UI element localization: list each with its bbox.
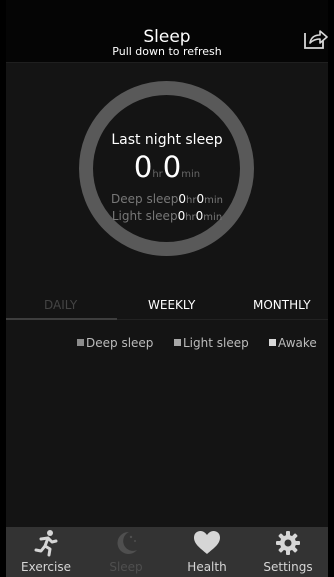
nav-sleep-label: Sleep	[109, 560, 143, 574]
pull-to-refresh-hint: Pull down to refresh	[112, 45, 222, 58]
heart-icon	[194, 531, 220, 554]
legend-awake-label: Awake	[278, 336, 317, 350]
legend-awake: Awake	[269, 335, 317, 351]
nav-settings-label: Settings	[263, 560, 313, 574]
light-sleep-swatch	[174, 339, 181, 346]
moon-icon	[117, 531, 137, 554]
right-edge	[328, 0, 334, 577]
total-hours: 0	[133, 150, 153, 184]
awake-swatch	[269, 339, 276, 346]
total-sleep-duration: 0hr0min	[6, 151, 328, 191]
deep-sleep-minutes: 0	[196, 192, 205, 206]
nav-health-label: Health	[187, 560, 227, 574]
deep-sleep-label: Deep sleep	[111, 192, 179, 206]
deep-sleep-line: Deep sleep0hr0min	[6, 191, 328, 209]
running-person-icon	[34, 530, 58, 557]
tab-daily[interactable]: DAILY	[44, 297, 77, 313]
tab-divider	[117, 319, 328, 320]
deep-sleep-swatch	[77, 339, 84, 346]
tab-weekly[interactable]: WEEKLY	[148, 297, 195, 313]
nav-health[interactable]: Health	[167, 527, 247, 577]
deep-sleep-minutes-unit: min	[204, 195, 223, 206]
deep-sleep-hours: 0	[178, 192, 187, 206]
legend-deep-sleep: Deep sleep	[77, 335, 153, 351]
nav-exercise-label: Exercise	[21, 560, 71, 574]
last-night-sleep-title: Last night sleep	[111, 132, 223, 148]
bottom-navigation: Exercise Sleep Health Settings	[6, 527, 328, 577]
light-sleep-minutes-unit: min	[203, 212, 223, 223]
total-minutes: 0	[162, 150, 182, 184]
light-sleep-hours-unit: hr	[185, 212, 196, 223]
period-tabs: DAILY WEEKLY MONTHLY	[6, 293, 328, 320]
nav-exercise[interactable]: Exercise	[6, 527, 86, 577]
page-title: Sleep	[143, 27, 191, 47]
legend-light-sleep: Light sleep	[174, 335, 249, 351]
header-bar: Sleep Pull down to refresh	[6, 0, 328, 63]
gear-icon	[276, 531, 300, 555]
main-content: Last night sleep 0hr0min Deep sleep0hr0m…	[6, 63, 328, 527]
nav-sleep[interactable]: Sleep	[86, 527, 166, 577]
light-sleep-line: Light sleep0hr0min	[6, 208, 328, 226]
share-icon[interactable]	[302, 26, 328, 50]
total-hours-unit: hr	[152, 169, 163, 180]
deep-sleep-hours-unit: hr	[186, 195, 197, 206]
light-sleep-label: Light sleep	[111, 209, 178, 223]
sleep-screen: Sleep Pull down to refresh Last night sl…	[0, 0, 334, 577]
tab-monthly[interactable]: MONTHLY	[253, 297, 311, 313]
legend-light-sleep-label: Light sleep	[183, 336, 249, 350]
legend-deep-sleep-label: Deep sleep	[86, 336, 154, 350]
total-minutes-unit: min	[181, 169, 201, 180]
selected-tab-indicator	[6, 318, 117, 320]
nav-settings[interactable]: Settings	[248, 527, 328, 577]
sleep-legend: Deep sleep Light sleep Awake	[6, 335, 328, 353]
